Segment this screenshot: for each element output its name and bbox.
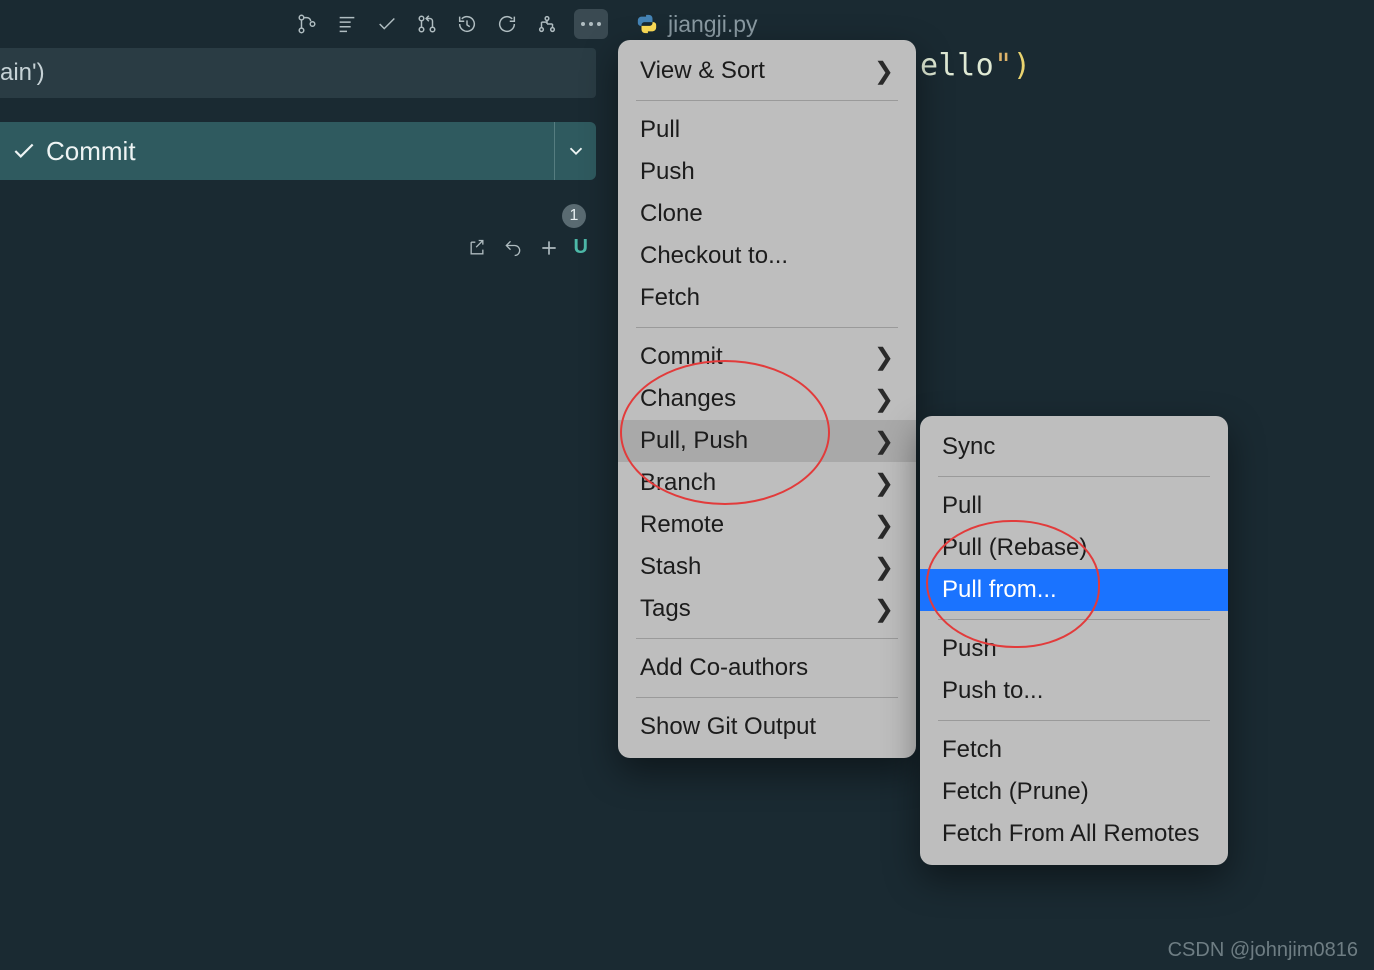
menu-fetch[interactable]: Fetch xyxy=(618,277,916,319)
chevron-right-icon: ❯ xyxy=(874,385,894,414)
menu-clone[interactable]: Clone xyxy=(618,193,916,235)
chevron-right-icon: ❯ xyxy=(874,427,894,456)
code-string-part: ello xyxy=(920,48,994,83)
editor-tab[interactable]: jiangji.py xyxy=(636,6,758,42)
open-file-icon[interactable] xyxy=(466,237,488,259)
menu-show-git-output[interactable]: Show Git Output xyxy=(618,706,916,748)
menu-stash[interactable]: Stash❯ xyxy=(618,546,916,588)
file-status-untracked: U xyxy=(574,236,588,259)
chevron-right-icon: ❯ xyxy=(874,57,894,86)
commit-message-input[interactable]: ain') xyxy=(0,48,596,98)
pull-request-icon[interactable] xyxy=(414,11,440,37)
chevron-right-icon: ❯ xyxy=(874,343,894,372)
submenu-push[interactable]: Push xyxy=(920,628,1228,670)
commit-button[interactable]: Commit xyxy=(0,122,596,180)
discard-icon[interactable] xyxy=(502,237,524,259)
chevron-right-icon: ❯ xyxy=(874,469,894,498)
submenu-pull[interactable]: Pull xyxy=(920,485,1228,527)
commit-split-dropdown[interactable] xyxy=(554,122,596,180)
file-row-actions: U xyxy=(466,236,588,259)
chevron-right-icon: ❯ xyxy=(874,595,894,624)
menu-pull[interactable]: Pull xyxy=(618,109,916,151)
checkmark-icon[interactable] xyxy=(374,11,400,37)
submenu-fetch[interactable]: Fetch xyxy=(920,729,1228,771)
menu-add-coauthors[interactable]: Add Co-authors xyxy=(618,647,916,689)
menu-pull-push[interactable]: Pull, Push❯ xyxy=(618,420,916,462)
menu-commit[interactable]: Commit❯ xyxy=(618,336,916,378)
submenu-pull-rebase[interactable]: Pull (Rebase) xyxy=(920,527,1228,569)
source-control-icon[interactable] xyxy=(294,11,320,37)
editor-code[interactable]: ello") xyxy=(920,48,1031,83)
chevron-right-icon: ❯ xyxy=(874,553,894,582)
menu-push[interactable]: Push xyxy=(618,151,916,193)
chevron-right-icon: ❯ xyxy=(874,511,894,540)
stage-plus-icon[interactable] xyxy=(538,237,560,259)
scm-context-menu: View & Sort❯ Pull Push Clone Checkout to… xyxy=(618,40,916,758)
history-icon[interactable] xyxy=(454,11,480,37)
menu-tags[interactable]: Tags❯ xyxy=(618,588,916,630)
menu-checkout[interactable]: Checkout to... xyxy=(618,235,916,277)
submenu-sync[interactable]: Sync xyxy=(920,426,1228,468)
menu-view-sort[interactable]: View & Sort❯ xyxy=(618,50,916,92)
tree-icon[interactable] xyxy=(334,11,360,37)
commit-button-label: Commit xyxy=(46,136,136,167)
submenu-push-to[interactable]: Push to... xyxy=(920,670,1228,712)
pull-push-submenu: Sync Pull Pull (Rebase) Pull from... Pus… xyxy=(920,416,1228,865)
check-icon xyxy=(2,122,46,180)
changes-header: 1 U xyxy=(0,196,596,246)
menu-remote[interactable]: Remote❯ xyxy=(618,504,916,546)
submenu-fetch-prune[interactable]: Fetch (Prune) xyxy=(920,771,1228,813)
tab-filename: jiangji.py xyxy=(668,11,758,38)
commit-message-text: ain') xyxy=(0,59,45,87)
refresh-icon[interactable] xyxy=(494,11,520,37)
ellipsis-icon xyxy=(581,22,601,26)
watermark: CSDN @johnjim0816 xyxy=(1168,939,1358,962)
graph-icon[interactable] xyxy=(534,11,560,37)
python-icon xyxy=(636,13,658,35)
scm-toolbar xyxy=(0,6,616,42)
submenu-fetch-all[interactable]: Fetch From All Remotes xyxy=(920,813,1228,855)
submenu-pull-from[interactable]: Pull from... xyxy=(920,569,1228,611)
menu-changes[interactable]: Changes❯ xyxy=(618,378,916,420)
menu-branch[interactable]: Branch❯ xyxy=(618,462,916,504)
more-actions-button[interactable] xyxy=(574,9,608,39)
changes-count-badge: 1 xyxy=(562,204,586,228)
